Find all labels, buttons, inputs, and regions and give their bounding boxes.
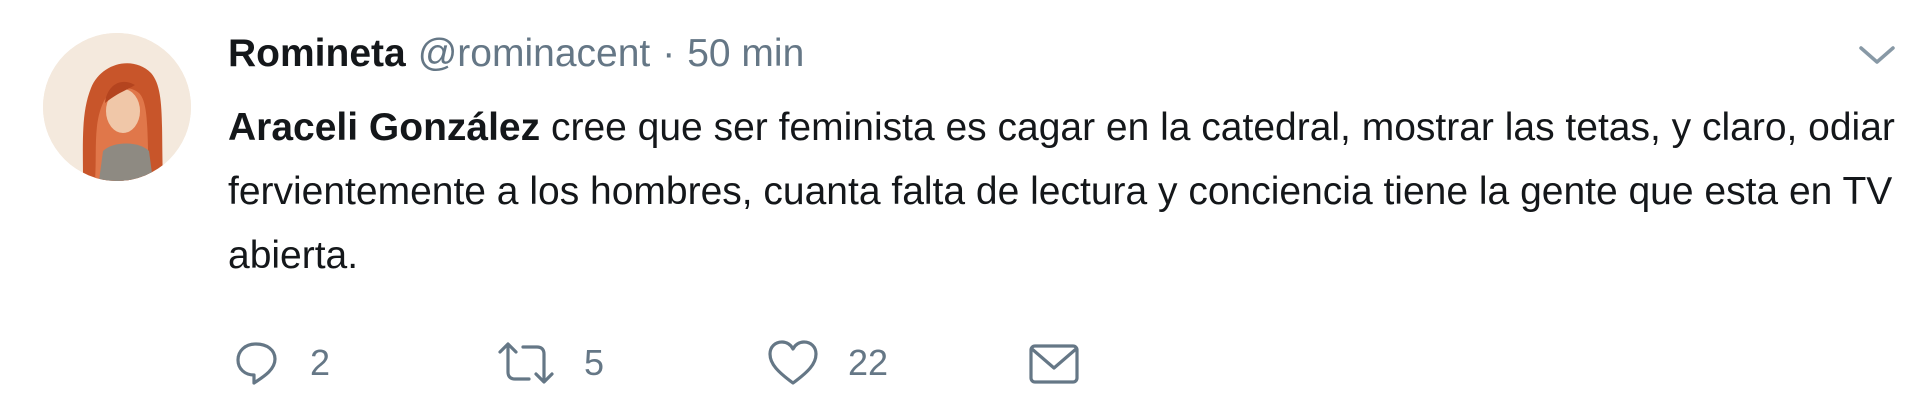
tweet-timestamp[interactable]: 50 min [687,32,804,76]
author-display-name[interactable]: Romineta [228,32,406,76]
header-separator: · [662,32,676,75]
chevron-down-icon[interactable] [1855,40,1899,70]
direct-message-button[interactable] [1027,335,1081,391]
like-count: 22 [848,342,889,383]
tweet-text: Araceli González cree que ser feminista … [228,96,1898,288]
user-avatar[interactable] [43,33,191,181]
tweet-header: Romineta @rominacent · 50 min [228,26,804,82]
avatar-image [43,33,191,181]
reply-icon [236,342,277,385]
envelope-icon [1029,344,1079,384]
tweet-mention[interactable]: Araceli González [228,106,540,149]
author-handle[interactable]: @rominacent [418,32,651,76]
tweet: Romineta @rominacent · 50 min Araceli Go… [0,0,1920,404]
retweet-icon [498,342,554,384]
reply-button[interactable]: 2 [232,335,330,391]
like-button[interactable]: 22 [766,335,888,391]
retweet-count: 5 [584,342,605,383]
heart-icon [768,340,818,385]
retweet-button[interactable]: 5 [496,335,604,391]
tweet-actions: 2 5 22 [232,335,1132,391]
reply-count: 2 [310,342,331,383]
